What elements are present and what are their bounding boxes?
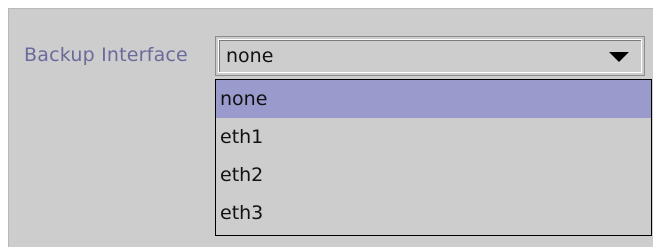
selected-value: none xyxy=(226,45,274,67)
select-field-frame[interactable]: none xyxy=(218,39,642,73)
backup-interface-dropdown-list[interactable]: none eth1 eth2 eth3 xyxy=(215,79,652,236)
option-none[interactable]: none xyxy=(216,80,651,118)
option-eth3[interactable]: eth3 xyxy=(216,194,651,232)
chevron-down-icon[interactable] xyxy=(609,52,629,62)
option-eth2[interactable]: eth2 xyxy=(216,156,651,194)
backup-interface-label: Backup Interface xyxy=(24,44,188,66)
option-eth1[interactable]: eth1 xyxy=(216,118,651,156)
backup-interface-select[interactable]: none xyxy=(215,36,645,76)
